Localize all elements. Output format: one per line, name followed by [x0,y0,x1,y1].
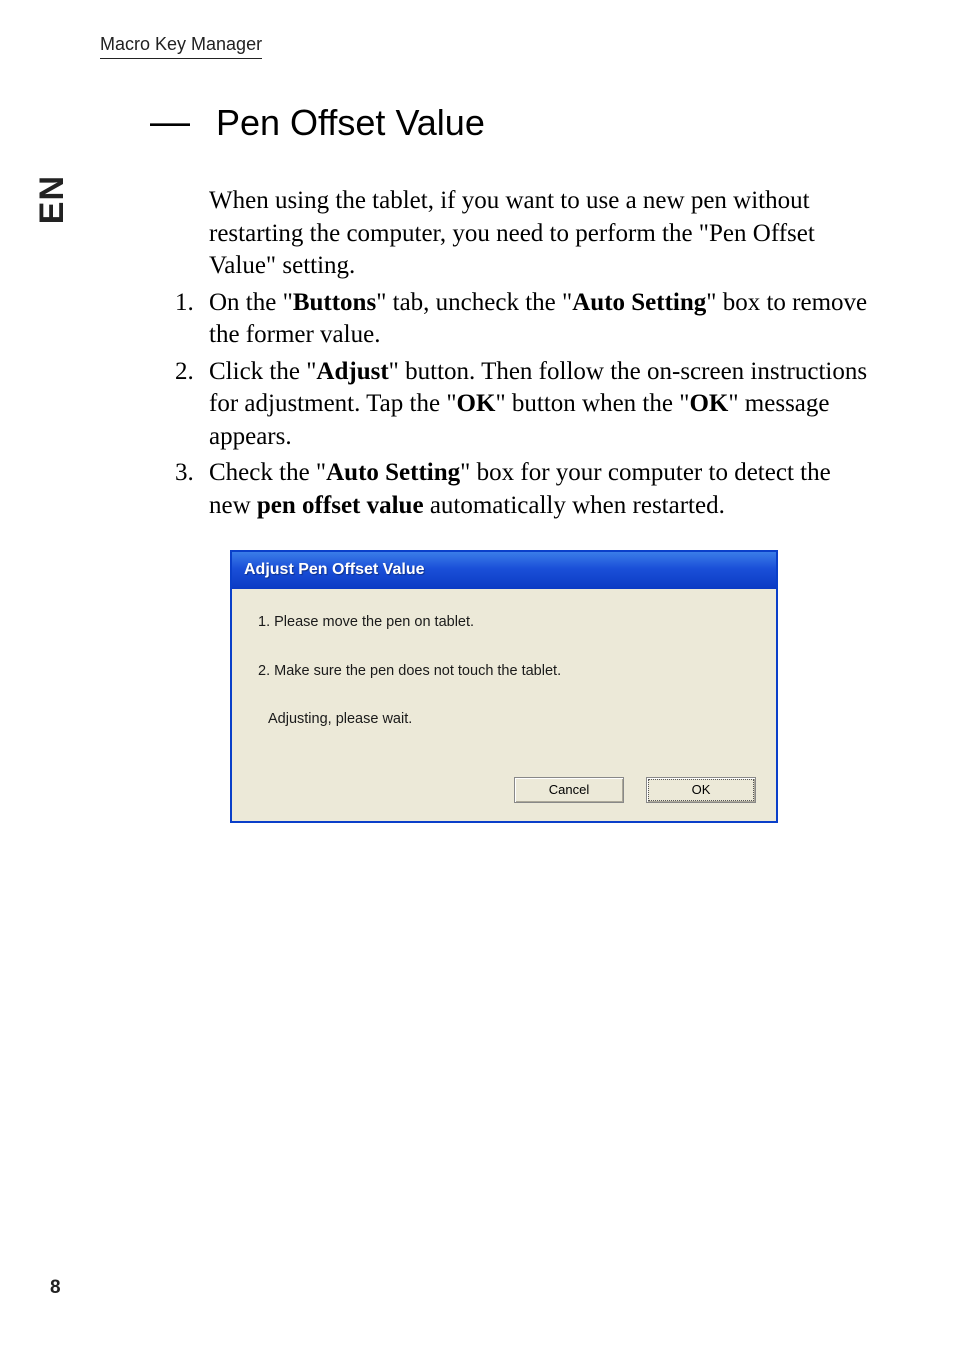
dialog-body: 1. Please move the pen on tablet. 2. Mak… [232,589,776,768]
t: On the " [209,289,293,316]
bold: OK [689,390,728,417]
t: Click the " [209,358,316,385]
language-tab: EN [33,175,72,224]
dialog-line-2: 2. Make sure the pen does not touch the … [258,662,750,681]
bold: Auto Setting [326,459,460,486]
t: " button when the " [495,390,689,417]
t: " tab, uncheck the " [376,289,572,316]
header-label: Macro Key Manager [100,34,262,59]
dialog-button-row: Cancel OK [232,767,776,821]
intro-paragraph: When using the tablet, if you want to us… [209,185,870,283]
step-number: 2. [175,356,209,454]
t: Check the " [209,459,326,486]
step-number: 3. [175,457,209,522]
cancel-button[interactable]: Cancel [514,777,624,803]
section-title: Pen Offset Value [216,102,485,144]
dialog-titlebar: Adjust Pen Offset Value [232,552,776,589]
dialog-line-3: Adjusting, please wait. [258,710,750,729]
bold: Buttons [293,289,376,316]
step-1: 1. On the "Buttons" tab, uncheck the "Au… [175,287,870,352]
step-text: Check the "Auto Setting" box for your co… [209,457,870,522]
t: automatically when restarted. [424,492,725,519]
step-3: 3. Check the "Auto Setting" box for your… [175,457,870,522]
ok-button[interactable]: OK [646,777,756,803]
page-number: 8 [50,1277,61,1299]
dialog-line-1: 1. Please move the pen on tablet. [258,613,750,632]
content-area: — Pen Offset Value When using the tablet… [150,100,870,823]
dash-bullet: — [150,100,188,145]
section-title-row: — Pen Offset Value [150,100,870,145]
bold: Auto Setting [572,289,706,316]
step-text: Click the "Adjust" button. Then follow t… [209,356,870,454]
bold: Adjust [316,358,388,385]
step-text: On the "Buttons" tab, uncheck the "Auto … [209,287,870,352]
dialog-adjust-pen-offset: Adjust Pen Offset Value 1. Please move t… [230,550,778,823]
step-2: 2. Click the "Adjust" button. Then follo… [175,356,870,454]
section-body: When using the tablet, if you want to us… [175,185,870,823]
bold: pen offset value [257,492,424,519]
bold: OK [457,390,496,417]
step-number: 1. [175,287,209,352]
